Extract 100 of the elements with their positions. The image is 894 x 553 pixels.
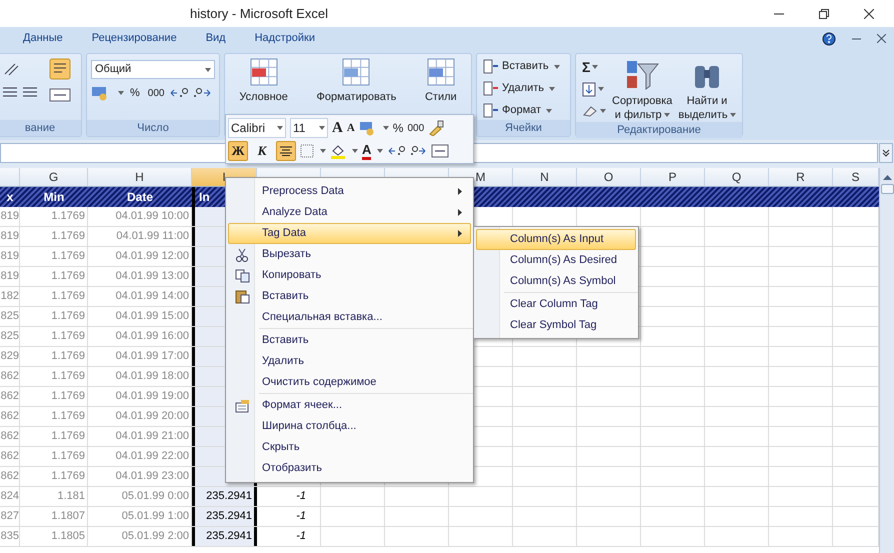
table-cell: 1.1807 <box>20 507 88 526</box>
editing-button[interactable]: Сортировка и фильтр <box>612 58 672 122</box>
column-header[interactable]: O <box>577 168 641 186</box>
menu-item[interactable]: Отобразить <box>228 458 471 479</box>
menu-item[interactable]: Копировать <box>228 265 471 286</box>
cells-button[interactable]: Формат <box>483 102 560 119</box>
close-icon <box>864 8 874 18</box>
conditional-format-icon <box>250 58 278 86</box>
column-header[interactable]: P <box>641 168 705 186</box>
submenu-arrow-icon <box>458 188 462 195</box>
align-center-button[interactable] <box>276 141 296 161</box>
percent-button[interactable]: % <box>127 85 143 102</box>
table-cell: 862 <box>0 427 20 446</box>
thousands-button[interactable]: 000 <box>146 86 166 101</box>
editing-button[interactable]: Найти и выделить <box>678 58 736 122</box>
table-cell: -1 <box>257 527 321 546</box>
ribbon-tab[interactable]: Рецензирование <box>86 30 183 47</box>
table-cell: 1.1769 <box>20 447 88 466</box>
cells-button[interactable]: Вставить <box>483 58 560 75</box>
menu-item[interactable]: Скрыть <box>228 437 471 458</box>
menu-item[interactable]: Вставить <box>228 330 471 351</box>
column-header[interactable]: G <box>20 168 88 186</box>
merge-cells-icon <box>431 144 450 158</box>
table-cell: 862 <box>0 367 20 386</box>
ribbon-tab[interactable]: Данные <box>17 30 69 47</box>
caret-icon <box>600 109 606 113</box>
table-cell: 182 <box>0 287 20 306</box>
menu-item[interactable]: Tag Data <box>228 223 471 244</box>
column-header[interactable]: R <box>769 168 833 186</box>
caret-icon <box>592 65 598 69</box>
ribbon-tab[interactable]: Вид <box>200 30 232 47</box>
merge-cells-icon <box>49 86 71 104</box>
menu-item[interactable]: Clear Column Tag <box>476 294 636 315</box>
selected-cell: 235.2941 <box>192 487 257 506</box>
scrollbar[interactable] <box>879 168 894 553</box>
borders-icon <box>300 144 314 158</box>
autosum-button[interactable]: Σ <box>582 58 606 76</box>
format-cells-icon <box>234 398 250 412</box>
font-size-field[interactable]: 11 <box>290 118 328 138</box>
column-header[interactable]: N <box>513 168 577 186</box>
shrink-font-button[interactable]: A <box>346 120 355 136</box>
table-cell: 825 <box>0 327 20 346</box>
font-field[interactable]: Calibri <box>228 118 286 138</box>
caret-icon <box>319 126 325 130</box>
menu-item[interactable]: Ширина столбца... <box>228 416 471 437</box>
styles-button[interactable]: Условное <box>239 58 288 106</box>
window-title: history - Microsoft Excel <box>190 4 329 23</box>
expand-formula-button[interactable] <box>879 142 893 162</box>
menu-item[interactable]: Очистить содержимое <box>228 372 471 393</box>
chevron-icon <box>882 148 890 156</box>
styles-button[interactable]: Стили <box>424 58 457 106</box>
menu-item[interactable]: Вырезать <box>228 244 471 265</box>
percent-button[interactable]: % <box>392 119 404 137</box>
fill-color-icon <box>330 143 346 159</box>
selected-cell: 235.2941 <box>192 507 257 526</box>
table-cell: 1.1769 <box>20 207 88 226</box>
thousands-button[interactable]: 000 <box>407 120 424 136</box>
number-format-field[interactable]: Общий <box>91 60 215 79</box>
table-cell: -1 <box>257 487 321 506</box>
caret-icon <box>205 68 211 72</box>
table-cell: 819 <box>0 267 20 286</box>
menu-item[interactable]: Column(s) As Symbol <box>476 271 636 292</box>
restore-icon <box>819 8 829 18</box>
menu-item[interactable]: Column(s) As Desired <box>476 250 636 271</box>
eraser-icon <box>582 105 598 117</box>
bold-button[interactable]: Ж <box>228 141 248 161</box>
table-header: In <box>199 189 210 206</box>
table-cell: -1 <box>257 507 321 526</box>
font-color-button[interactable]: A <box>362 142 372 160</box>
styles-button[interactable]: Форматировать <box>316 58 396 106</box>
menu-item[interactable]: Analyze Data <box>228 202 471 223</box>
group-label: Ячейки <box>477 120 570 136</box>
table-cell: 1.1769 <box>20 307 88 326</box>
table-cell: 1.1769 <box>20 367 88 386</box>
menu-item[interactable]: Column(s) As Input <box>476 229 636 250</box>
menu-item[interactable]: Вставить <box>228 286 471 307</box>
menu-item[interactable]: Удалить <box>228 351 471 372</box>
column-header[interactable]: Q <box>705 168 769 186</box>
table-cell: 1.1769 <box>20 467 88 486</box>
cell-styles-icon <box>426 58 455 86</box>
menu-item[interactable]: Формат ячеек... <box>228 395 471 416</box>
submenu-arrow-icon <box>458 209 462 216</box>
table-header: x <box>6 189 14 206</box>
caret-icon <box>382 126 389 130</box>
scroll-thumb[interactable] <box>880 184 894 194</box>
cells-button[interactable]: Удалить <box>483 80 560 97</box>
table-cell: 1.1769 <box>20 387 88 406</box>
table-cell: 1.1769 <box>20 347 88 366</box>
caret-icon <box>549 86 555 90</box>
italic-button[interactable]: К <box>252 141 272 161</box>
table-cell: 862 <box>0 407 20 426</box>
table-cell: 827 <box>0 507 20 526</box>
menu-item[interactable]: Clear Symbol Tag <box>476 315 636 336</box>
table-cell: 862 <box>0 447 20 466</box>
menu-item[interactable]: Специальная вставка... <box>228 307 471 328</box>
minimize-icon <box>774 12 784 14</box>
table-header: Date <box>126 189 153 206</box>
ribbon-tab[interactable]: Надстройки <box>248 30 321 47</box>
grow-font-button[interactable]: A <box>332 116 343 140</box>
submenu-arrow-icon <box>458 230 462 237</box>
